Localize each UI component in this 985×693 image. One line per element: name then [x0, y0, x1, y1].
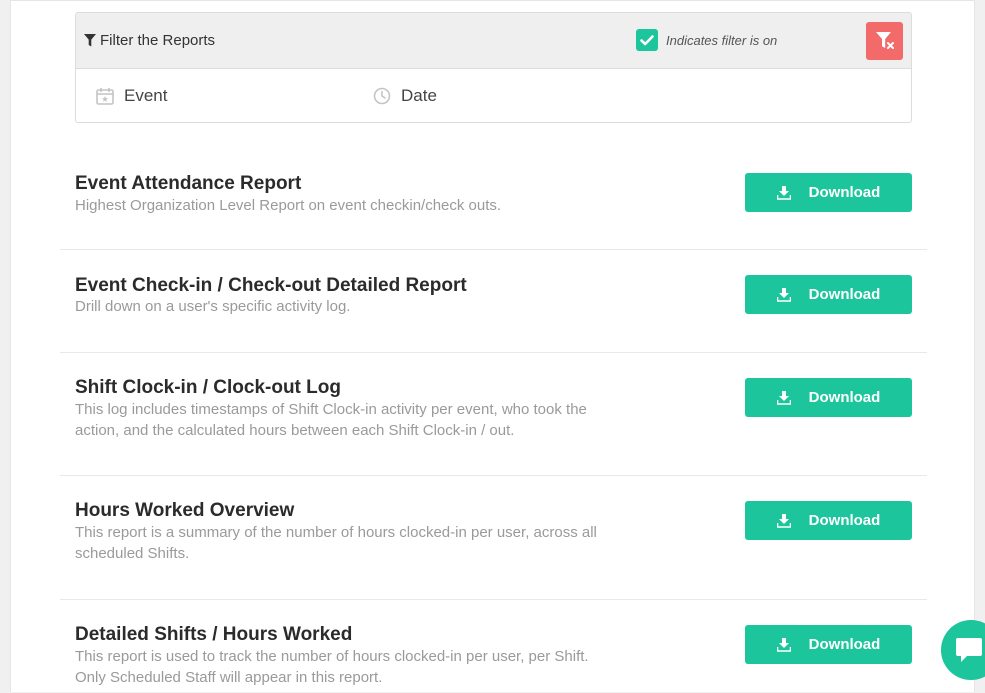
download-icon: [776, 513, 791, 528]
download-button[interactable]: Download: [745, 501, 912, 540]
download-button-label: Download: [808, 512, 881, 529]
download-button-label: Download: [808, 636, 881, 653]
report-item: Event Check-in / Check-out Detailed Repo…: [60, 251, 927, 353]
funnel-icon: [84, 34, 96, 47]
download-button[interactable]: Download: [745, 378, 912, 417]
filter-option-event-label: Event: [124, 86, 168, 105]
filter-on-checkbox: [636, 29, 658, 51]
filter-panel: Filter the Reports Indicates filter is o…: [75, 12, 912, 123]
download-button-label: Download: [808, 184, 881, 201]
download-icon: [776, 637, 791, 652]
filter-option-date[interactable]: Date: [373, 86, 437, 106]
filter-remove-icon: [875, 32, 894, 49]
clock-icon: [373, 87, 391, 105]
report-description: Highest Organization Level Report on eve…: [75, 197, 502, 214]
report-title: Shift Clock-in / Clock-out Log: [75, 377, 341, 398]
download-button[interactable]: Download: [745, 275, 912, 314]
report-description: Drill down on a user's specific activity…: [75, 298, 351, 315]
clear-filters-button[interactable]: [866, 22, 903, 60]
check-icon: [640, 34, 654, 45]
filter-indicator: Indicates filter is on: [636, 29, 777, 51]
download-icon: [776, 390, 791, 405]
filter-header: Filter the Reports Indicates filter is o…: [76, 13, 911, 69]
report-item: Event Attendance Report Highest Organiza…: [60, 141, 927, 250]
report-title: Hours Worked Overview: [75, 500, 295, 521]
filter-option-date-label: Date: [401, 86, 437, 105]
report-item: Hours Worked Overview This report is a s…: [60, 477, 927, 600]
download-button[interactable]: Download: [745, 173, 912, 212]
report-item: Shift Clock-in / Clock-out Log This log …: [60, 354, 927, 476]
chat-bubble-icon: [956, 638, 982, 662]
filter-options: Event Date: [76, 69, 911, 122]
report-title: Detailed Shifts / Hours Worked: [75, 624, 353, 645]
filter-indicator-text: Indicates filter is on: [666, 32, 778, 48]
filter-title: Filter the Reports: [84, 32, 215, 49]
report-description: This report is a summary of the number o…: [75, 524, 597, 562]
report-description: This report is used to track the number …: [75, 648, 589, 686]
download-icon: [776, 287, 791, 302]
report-title: Event Check-in / Check-out Detailed Repo…: [75, 275, 467, 296]
report-description: This log includes timestamps of Shift Cl…: [75, 401, 587, 439]
calendar-star-icon: [96, 88, 114, 105]
reports-page: Filter the Reports Indicates filter is o…: [10, 0, 975, 692]
download-button-label: Download: [808, 389, 881, 406]
report-title: Event Attendance Report: [75, 173, 302, 194]
filter-option-event[interactable]: Event: [96, 86, 167, 106]
download-button-label: Download: [808, 286, 881, 303]
filter-title-text: Filter the Reports: [100, 32, 216, 49]
download-icon: [776, 185, 791, 200]
download-button[interactable]: Download: [745, 625, 912, 664]
report-item: Detailed Shifts / Hours Worked This repo…: [60, 601, 927, 693]
